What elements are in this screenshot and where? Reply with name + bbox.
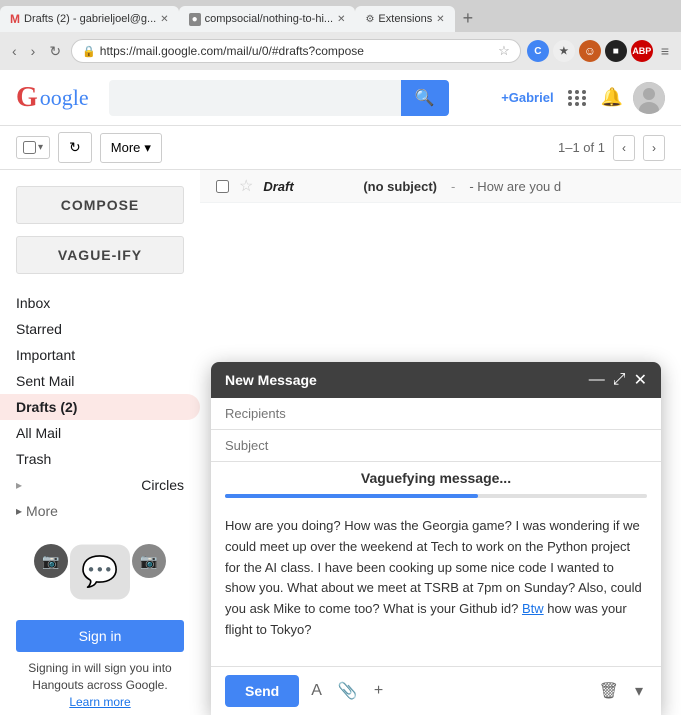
back-button[interactable]: ‹ bbox=[8, 41, 21, 61]
lock-icon: 🔒 bbox=[82, 45, 96, 58]
reload-button[interactable]: ↻ bbox=[45, 41, 65, 62]
sidebar-item-important[interactable]: Important bbox=[0, 342, 200, 368]
sidebar-item-starred[interactable]: Starred bbox=[0, 316, 200, 342]
compose-header[interactable]: New Message — ⤢ ✕ bbox=[211, 362, 661, 398]
compose-window: New Message — ⤢ ✕ Vaguefying message... … bbox=[211, 362, 661, 715]
add-icon: + bbox=[374, 682, 383, 699]
compose-progress-fill bbox=[225, 494, 478, 498]
star-icon[interactable]: ☆ bbox=[239, 176, 253, 196]
url-display: https://mail.google.com/mail/u/0/#drafts… bbox=[100, 44, 494, 58]
select-all-checkbox[interactable] bbox=[23, 141, 36, 154]
hangouts-graphics: 💬 📷 📷 bbox=[16, 532, 184, 612]
ext-c-button[interactable]: C bbox=[527, 40, 549, 62]
photo-icon: 📷 bbox=[132, 544, 166, 578]
delete-compose-button[interactable]: 🗑 bbox=[595, 677, 623, 705]
gmail-tab-icon: M bbox=[10, 12, 20, 26]
btw-link[interactable]: Btw bbox=[522, 601, 544, 616]
forward-button[interactable]: › bbox=[27, 41, 40, 61]
notifications-button[interactable]: 🔔 bbox=[601, 87, 623, 108]
ext-adblock-button[interactable]: ABP bbox=[631, 40, 653, 62]
search-button[interactable]: 🔍 bbox=[401, 80, 449, 116]
tab-github[interactable]: ● compsocial/nothing-to-hi... ✕ bbox=[179, 6, 356, 32]
attach-button[interactable]: 📎 bbox=[334, 677, 362, 705]
sidebar-item-sent[interactable]: Sent Mail bbox=[0, 368, 200, 394]
email-row[interactable]: ☆ Draft (no subject) - - How are you d bbox=[200, 170, 681, 203]
compose-more-icon: ▾ bbox=[635, 683, 643, 700]
camera-icon: 📷 bbox=[34, 544, 68, 578]
more-button[interactable]: More ▾ bbox=[100, 133, 162, 163]
more-expand-icon: ▸ bbox=[16, 504, 22, 518]
prev-page-button[interactable]: ‹ bbox=[613, 135, 635, 161]
compose-minimize-button[interactable]: — bbox=[589, 370, 605, 390]
tab-github-close[interactable]: ✕ bbox=[337, 14, 345, 25]
compose-more-button[interactable]: ▾ bbox=[631, 677, 647, 705]
google-logo-m: G bbox=[16, 82, 38, 114]
compose-close-button[interactable]: ✕ bbox=[634, 370, 647, 390]
hangouts-bubble: 💬 bbox=[70, 545, 130, 600]
tab-extensions-close[interactable]: ✕ bbox=[436, 14, 444, 25]
gabriel-button[interactable]: +Gabriel bbox=[501, 90, 553, 105]
tab-github-label: compsocial/nothing-to-hi... bbox=[205, 13, 333, 25]
extensions-tab-icon: ⚙ bbox=[365, 14, 374, 25]
sidebar-item-drafts[interactable]: Drafts (2) bbox=[0, 394, 200, 420]
hangouts-description: Signing in will sign you into Hangouts a… bbox=[16, 660, 184, 710]
compose-recipients-input[interactable] bbox=[225, 406, 647, 421]
send-button[interactable]: Send bbox=[225, 675, 299, 707]
tab-extensions[interactable]: ⚙ Extensions ✕ bbox=[355, 6, 454, 32]
compose-recipients-field bbox=[211, 398, 661, 430]
compose-expand-button[interactable]: ⤢ bbox=[613, 370, 626, 390]
email-dash: - bbox=[451, 179, 455, 194]
add-button[interactable]: + bbox=[370, 678, 387, 704]
google-logo-oogle: oogle bbox=[40, 85, 89, 111]
tab-gmail-close[interactable]: ✕ bbox=[160, 14, 168, 25]
apps-button[interactable] bbox=[564, 86, 591, 110]
ext-face-button[interactable]: ☺ bbox=[579, 40, 601, 62]
email-subject: (no subject) bbox=[363, 179, 437, 194]
compose-body[interactable]: How are you doing? How was the Georgia g… bbox=[211, 506, 661, 666]
gmail-logo: G oogle bbox=[16, 82, 89, 114]
tab-gmail[interactable]: M Drafts (2) - gabrieljoel@g... ✕ bbox=[0, 6, 179, 32]
new-tab-button[interactable]: + bbox=[455, 6, 482, 31]
compose-subject-field bbox=[211, 430, 661, 462]
sidebar-item-all-mail[interactable]: All Mail bbox=[0, 420, 200, 446]
avatar[interactable] bbox=[633, 82, 665, 114]
compose-footer: Send A 📎 + 🗑 ▾ bbox=[211, 666, 661, 715]
tab-gmail-label: Drafts (2) - gabrieljoel@g... bbox=[24, 13, 156, 25]
compose-status-label: Vaguefying message... bbox=[211, 462, 661, 494]
next-page-button[interactable]: › bbox=[643, 135, 665, 161]
ext-star-button[interactable]: ★ bbox=[553, 40, 575, 62]
compose-title: New Message bbox=[225, 372, 317, 388]
menu-button[interactable]: ≡ bbox=[657, 41, 673, 61]
compose-subject-input[interactable] bbox=[225, 438, 647, 453]
email-checkbox[interactable] bbox=[216, 180, 229, 193]
sidebar-more[interactable]: ▸ More bbox=[0, 498, 200, 524]
email-preview: - How are you d bbox=[469, 179, 561, 194]
compose-button[interactable]: COMPOSE bbox=[16, 186, 184, 224]
sidebar-item-trash[interactable]: Trash bbox=[0, 446, 200, 472]
search-input[interactable] bbox=[109, 82, 401, 114]
github-tab-icon: ● bbox=[189, 13, 201, 26]
bookmark-icon[interactable]: ☆ bbox=[498, 43, 510, 59]
circles-expand-icon: ▸ bbox=[16, 478, 22, 492]
refresh-button[interactable]: ↻ bbox=[58, 132, 92, 163]
format-text-button[interactable]: A bbox=[307, 678, 326, 704]
tab-extensions-label: Extensions bbox=[378, 13, 432, 25]
sign-in-button[interactable]: Sign in bbox=[16, 620, 184, 652]
sidebar-item-circles[interactable]: ▸ Circles bbox=[0, 472, 200, 498]
select-dropdown-arrow[interactable]: ▾ bbox=[38, 142, 43, 153]
format-text-icon: A bbox=[311, 682, 322, 699]
ext-square-button[interactable]: ■ bbox=[605, 40, 627, 62]
sidebar-item-inbox[interactable]: Inbox bbox=[0, 290, 200, 316]
attach-icon: 📎 bbox=[338, 683, 358, 700]
vague-ify-button[interactable]: VAGUE-IFY bbox=[16, 236, 184, 274]
learn-more-link[interactable]: Learn more bbox=[69, 695, 130, 709]
select-checkbox[interactable]: ▾ bbox=[16, 136, 50, 159]
compose-progress-bar bbox=[225, 494, 647, 498]
page-info: 1–1 of 1 bbox=[558, 140, 605, 155]
email-sender: Draft bbox=[263, 179, 353, 194]
trash-icon: 🗑 bbox=[599, 683, 619, 700]
